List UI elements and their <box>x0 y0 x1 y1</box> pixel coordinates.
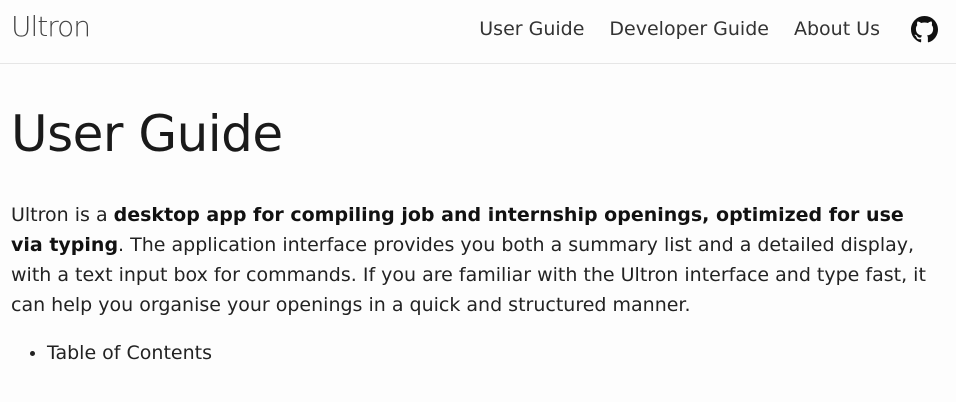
github-icon-svg <box>910 15 938 42</box>
nav-developer-guide-link[interactable]: Developer Guide <box>609 15 769 43</box>
github-icon[interactable] <box>910 15 938 43</box>
nav-user-guide-link[interactable]: User Guide <box>479 15 584 43</box>
site-brand-link[interactable]: Ultron <box>11 10 91 43</box>
toc-list: Table of Contents <box>11 338 931 368</box>
nav-about-us-link[interactable]: About Us <box>794 15 880 43</box>
navbar: Ultron User Guide Developer Guide About … <box>0 0 956 64</box>
main-content: User Guide Ultron is a desktop app for c… <box>11 98 931 368</box>
intro-suffix: . The application interface provides you… <box>11 234 926 316</box>
toc-item-label: Table of Contents <box>47 342 212 364</box>
intro-paragraph: Ultron is a desktop app for compiling jo… <box>11 200 931 320</box>
intro-prefix: Ultron is a <box>11 204 114 226</box>
page-title: User Guide <box>11 105 283 163</box>
toc-item[interactable]: Table of Contents <box>47 338 931 368</box>
nav-links: User Guide Developer Guide About Us <box>454 15 938 43</box>
